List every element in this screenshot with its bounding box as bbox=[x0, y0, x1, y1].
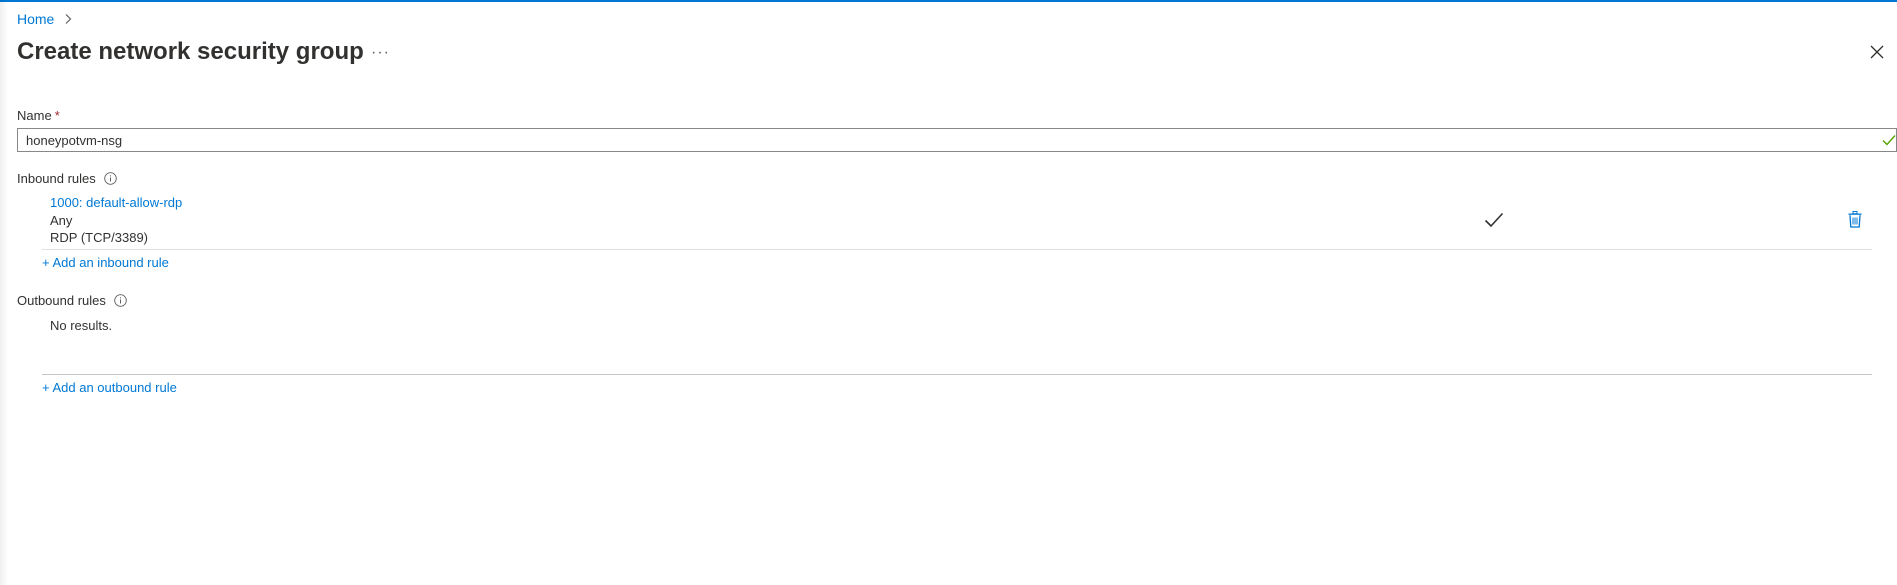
inbound-rules-label: Inbound rules bbox=[17, 171, 96, 186]
trash-icon[interactable] bbox=[1848, 211, 1862, 228]
name-label-text: Name bbox=[17, 108, 52, 123]
info-icon[interactable] bbox=[104, 172, 117, 185]
page-title: Create network security group bbox=[17, 38, 364, 65]
info-icon[interactable] bbox=[114, 294, 127, 307]
outbound-rules-heading: Outbound rules bbox=[17, 293, 127, 308]
required-marker: * bbox=[54, 108, 60, 123]
rule-service: RDP (TCP/3389) bbox=[50, 230, 149, 245]
outbound-divider bbox=[42, 374, 1872, 375]
checkmark-icon bbox=[1484, 212, 1504, 228]
add-inbound-rule-link[interactable]: + Add an inbound rule bbox=[42, 255, 169, 270]
add-outbound-rule-link[interactable]: + Add an outbound rule bbox=[42, 380, 177, 395]
blade-edge-shadow bbox=[0, 0, 8, 585]
breadcrumb: Home bbox=[17, 11, 73, 27]
outbound-empty-text: No results. bbox=[50, 318, 113, 333]
chevron-right-icon bbox=[65, 14, 72, 24]
outbound-rules-label: Outbound rules bbox=[17, 293, 106, 308]
name-input-value: honeypotvm-nsg bbox=[26, 132, 123, 148]
name-input[interactable]: honeypotvm-nsg bbox=[17, 128, 1897, 152]
inbound-rule-row: 1000: default-allow-rdp Any RDP (TCP/338… bbox=[50, 195, 1870, 247]
rule-source: Any bbox=[50, 213, 73, 228]
rule-name-link[interactable]: 1000: default-allow-rdp bbox=[50, 195, 182, 210]
inbound-rules-heading: Inbound rules bbox=[17, 171, 117, 186]
rule-divider bbox=[42, 249, 1872, 250]
close-icon[interactable] bbox=[1869, 44, 1885, 60]
top-accent-line bbox=[0, 0, 1897, 2]
more-icon[interactable]: ··· bbox=[371, 44, 390, 62]
checkmark-icon bbox=[1882, 135, 1896, 146]
name-field-label: Name * bbox=[17, 108, 60, 123]
breadcrumb-home-link[interactable]: Home bbox=[17, 11, 54, 27]
